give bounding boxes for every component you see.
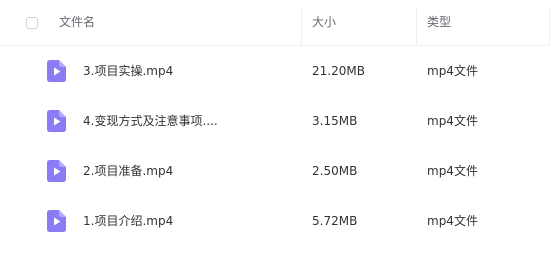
column-divider[interactable] [549, 8, 550, 45]
file-type: mp4文件 [427, 214, 478, 228]
table-header: 文件名 大小 类型 [0, 0, 550, 46]
file-size: 21.20MB [312, 64, 365, 78]
file-type: mp4文件 [427, 164, 478, 178]
file-row[interactable]: 3.项目实操.mp4 21.20MB mp4文件 [0, 46, 552, 96]
file-list-table: 文件名 大小 类型 3.项目实操.mp4 21.20MB mp4文件 4.变现方… [0, 0, 552, 264]
column-header-size[interactable]: 大小 [312, 0, 336, 45]
file-size: 5.72MB [312, 214, 358, 228]
column-header-name[interactable]: 文件名 [59, 0, 95, 45]
file-row[interactable]: 2.项目准备.mp4 2.50MB mp4文件 [0, 146, 552, 196]
file-name[interactable]: 4.变现方式及注意事项.... [83, 113, 218, 129]
file-type: mp4文件 [427, 64, 478, 78]
column-divider[interactable] [416, 8, 417, 45]
video-file-icon [47, 110, 66, 132]
file-name[interactable]: 2.项目准备.mp4 [83, 163, 173, 179]
file-row[interactable]: 4.变现方式及注意事项.... 3.15MB mp4文件 [0, 96, 552, 146]
file-size: 2.50MB [312, 164, 358, 178]
file-row[interactable]: 1.项目介绍.mp4 5.72MB mp4文件 [0, 196, 552, 246]
video-file-icon [47, 60, 66, 82]
file-name[interactable]: 3.项目实操.mp4 [83, 63, 173, 79]
column-header-type[interactable]: 类型 [427, 0, 451, 45]
video-file-icon [47, 160, 66, 182]
file-type: mp4文件 [427, 114, 478, 128]
select-all-checkbox[interactable] [26, 17, 38, 29]
file-name[interactable]: 1.项目介绍.mp4 [83, 213, 173, 229]
video-file-icon [47, 210, 66, 232]
column-divider[interactable] [301, 8, 302, 45]
file-size: 3.15MB [312, 114, 358, 128]
